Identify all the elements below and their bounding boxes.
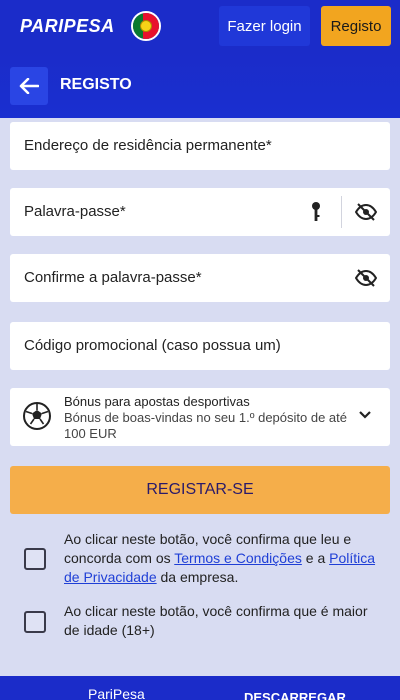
chevron-down-icon[interactable] <box>358 410 372 420</box>
soccer-ball-icon <box>23 402 51 430</box>
top-bar: PARIPESA Fazer login Registo <box>0 0 400 52</box>
eye-slash-icon[interactable] <box>355 268 377 288</box>
eye-slash-icon[interactable] <box>355 202 377 222</box>
terms-consent-text: Ao clicar neste botão, você confirma que… <box>64 531 376 585</box>
key-icon[interactable] <box>310 201 322 223</box>
bonus-title: Bónus para apostas desportivas <box>64 394 250 409</box>
back-arrow-icon <box>19 78 39 94</box>
page-title: REGISTO <box>60 76 132 93</box>
address-field-label: Endereço de residência permanente* <box>24 137 272 154</box>
bonus-select[interactable]: Bónus para apostas desportivas Bónus de … <box>10 388 390 446</box>
terms-checkbox[interactable] <box>24 548 46 570</box>
login-button[interactable]: Fazer login <box>219 6 310 46</box>
app-download-bar[interactable]: PariPesa DESCARREGAR <box>0 676 400 700</box>
confirm-password-field[interactable]: Confirme a palavra-passe* <box>10 254 390 302</box>
password-field[interactable]: Palavra-passe* <box>10 188 390 236</box>
register-button[interactable]: Registo <box>321 6 391 46</box>
promo-code-field-label: Código promocional (caso possua um) <box>24 337 281 354</box>
app-name: PariPesa <box>88 686 145 700</box>
promo-code-field[interactable]: Código promocional (caso possua um) <box>10 322 390 370</box>
password-field-label: Palavra-passe* <box>24 203 126 220</box>
address-field[interactable]: Endereço de residência permanente* <box>10 122 390 170</box>
field-divider <box>341 196 342 228</box>
age-consent-text: Ao clicar neste botão, você confirma que… <box>64 603 368 638</box>
confirm-password-field-label: Confirme a palavra-passe* <box>24 269 202 286</box>
terms-link[interactable]: Termos e Condições <box>174 550 302 566</box>
register-submit-button[interactable]: REGISTAR-SE <box>10 466 390 514</box>
age-checkbox[interactable] <box>24 611 46 633</box>
portugal-flag-icon[interactable] <box>131 11 161 41</box>
bonus-description: Bónus de boas-vindas no seu 1.º depósito… <box>64 410 348 441</box>
page-header: REGISTO <box>0 52 400 118</box>
back-button[interactable] <box>10 67 48 105</box>
download-button[interactable]: DESCARREGAR <box>244 690 346 700</box>
logo[interactable]: PARIPESA <box>20 16 115 37</box>
